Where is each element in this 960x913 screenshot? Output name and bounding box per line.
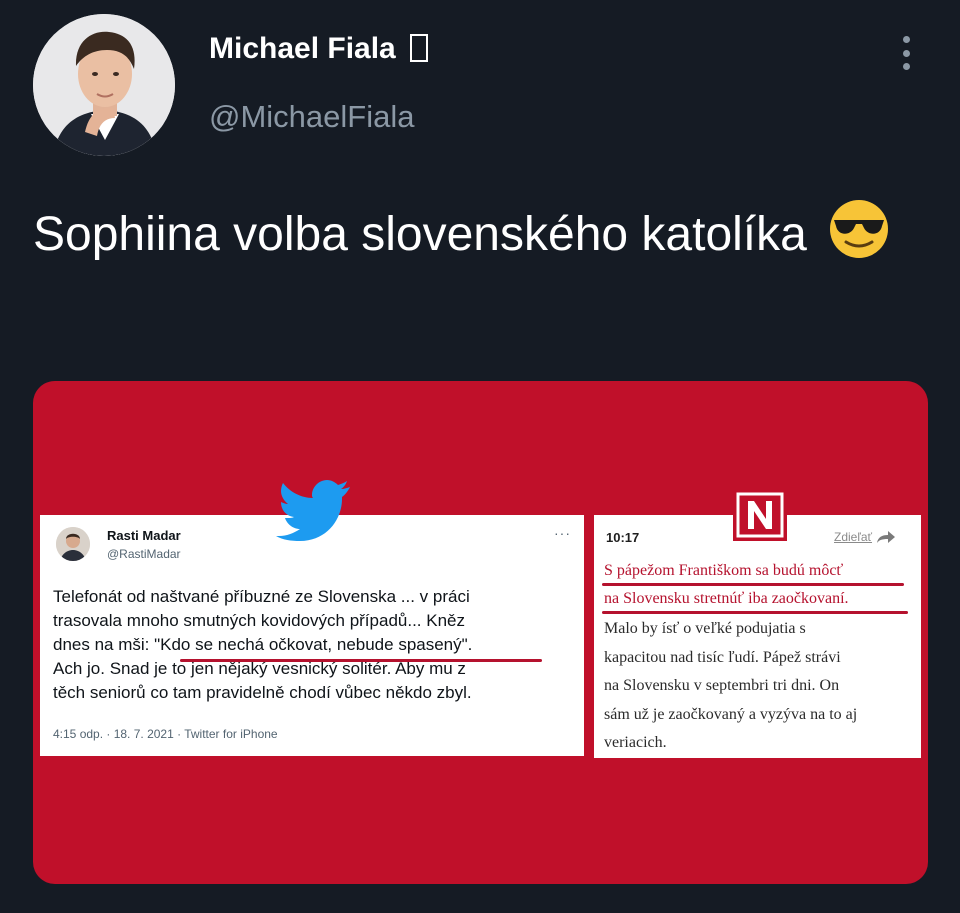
embedded-avatar — [56, 527, 90, 561]
tweet-text-content: Sophiina volba slovenského katolíka — [33, 208, 807, 261]
headline-line: na Slovensku stretnúť iba zaočkovaní. — [604, 590, 849, 607]
more-options-icon[interactable] — [893, 36, 919, 70]
author-name-text: Michael Fiala — [209, 32, 396, 65]
news-article-card: 10:17 Zdieľať S pápežom Františkom sa bu… — [594, 515, 921, 758]
share-link: Zdieľať — [834, 530, 896, 544]
author-handle[interactable]: @MichaelFiala — [209, 99, 414, 135]
news-logo-icon — [733, 489, 787, 546]
author-avatar[interactable] — [33, 14, 175, 156]
embedded-line: dnes na mši: "Kdo se nechá očkovat, nebu… — [53, 635, 473, 654]
news-time: 10:17 — [606, 530, 640, 545]
share-label: Zdieľať — [834, 530, 873, 544]
media-image[interactable]: Rasti Madar @RastiMadar ··· Telefonát od… — [33, 381, 928, 884]
more-dot — [902, 63, 910, 70]
embedded-more-icon: ··· — [554, 525, 571, 541]
body-line: veriacich. — [604, 734, 667, 751]
name-badge — [410, 34, 429, 62]
sunglasses-emoji-icon — [828, 198, 890, 279]
more-dot — [902, 36, 910, 43]
embedded-tweet-body: Telefonát od naštvané příbuzné ze Sloven… — [53, 585, 573, 705]
embedded-line: těch seniorů co tam pravidelně chodí vůb… — [53, 683, 472, 702]
embedded-author-handle: @RastiMadar — [107, 547, 181, 561]
share-arrow-icon — [877, 531, 896, 543]
news-body: Malo by ísť o veľké podujatia s kapacito… — [604, 615, 914, 758]
handdrawn-underline — [180, 659, 542, 662]
embedded-tweet-meta: 4:15 odp. · 18. 7. 2021 · Twitter for iP… — [53, 727, 278, 741]
body-line: kapacitou nad tisíc ľudí. Pápež strávi — [604, 648, 841, 666]
embedded-line: trasovala mnoho smutných kovidových příp… — [53, 611, 465, 630]
tweet-text: Sophiina volba slovenského katolíka — [33, 198, 893, 279]
handdrawn-underline — [602, 611, 908, 614]
embedded-line: Telefonát od naštvané příbuzné ze Sloven… — [53, 587, 470, 606]
twitter-bird-icon — [276, 479, 352, 546]
embedded-tweet-card: Rasti Madar @RastiMadar ··· Telefonát od… — [40, 515, 584, 756]
headline-line: S pápežom Františkom sa budú môcť — [604, 562, 844, 579]
more-dot — [902, 49, 910, 57]
author-portrait — [33, 14, 175, 156]
body-line: Malo by ísť o veľké podujatia s — [604, 620, 806, 637]
body-line: sám už je zaočkovaný a vyzýva na to aj — [604, 705, 858, 723]
author-name[interactable]: Michael Fiala — [209, 32, 429, 66]
embedded-author-name: Rasti Madar — [107, 528, 181, 543]
handdrawn-underline — [602, 583, 904, 586]
body-line: na Slovensku v septembri tri dni. On — [604, 677, 840, 694]
